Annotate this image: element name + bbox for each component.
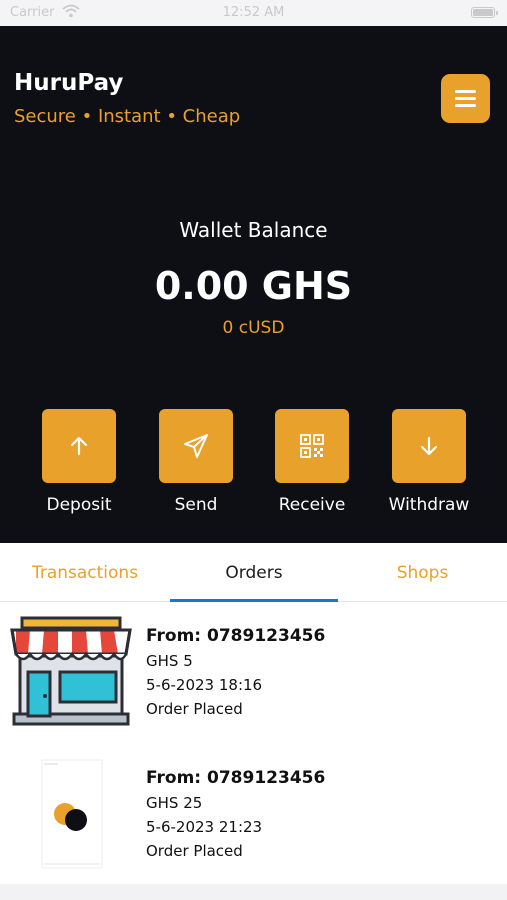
send-icon (184, 434, 208, 458)
order-from: From: 0789123456 (146, 768, 326, 788)
order-item[interactable]: From: 0789123456 GHS 25 5-6-2023 21:23 O… (0, 744, 507, 884)
shop-storefront-icon (10, 616, 132, 726)
deposit-button[interactable] (42, 409, 116, 483)
wallet-balance-value: 0.00 GHS (154, 264, 353, 308)
send-action[interactable]: Send (141, 409, 251, 529)
arrow-down-icon (420, 436, 438, 456)
order-item[interactable]: From: 0789123456 GHS 5 5-6-2023 18:16 Or… (0, 602, 507, 742)
order-from: From: 0789123456 (146, 626, 326, 646)
battery-icon (471, 7, 498, 18)
order-amount: GHS 25 (146, 794, 203, 812)
tab-shops[interactable]: Shops (338, 543, 507, 602)
withdraw-action[interactable]: Withdraw (374, 409, 484, 529)
app-tagline: Secure • Instant • Cheap (14, 106, 241, 127)
withdraw-button[interactable] (392, 409, 466, 483)
send-label: Send (174, 495, 218, 515)
tab-transactions[interactable]: Transactions (0, 543, 170, 602)
order-amount: GHS 5 (146, 652, 193, 670)
order-date: 5-6-2023 21:23 (146, 818, 263, 836)
receive-button[interactable] (275, 409, 349, 483)
deposit-label: Deposit (46, 495, 112, 515)
receive-action[interactable]: Receive (257, 409, 367, 529)
send-button[interactable] (159, 409, 233, 483)
order-details: From: 0789123456 GHS 5 5-6-2023 18:16 Or… (146, 626, 325, 724)
tab-orders[interactable]: Orders (170, 543, 338, 602)
wallet-balance-cusd: 0 cUSD (222, 318, 285, 338)
order-status: Order Placed (146, 700, 243, 718)
withdraw-label: Withdraw (388, 495, 470, 515)
menu-button[interactable] (441, 74, 490, 123)
tab-bar: Transactions Orders Shops (0, 543, 507, 602)
status-bar: Carrier 12:52 AM (0, 0, 507, 26)
order-status: Order Placed (146, 842, 243, 860)
menu-icon (455, 90, 476, 93)
wallet-header: HuruPay Secure • Instant • Cheap Wallet … (0, 26, 507, 543)
qr-code-icon (300, 434, 324, 458)
clock: 12:52 AM (222, 5, 285, 20)
wallet-balance-label: Wallet Balance (179, 218, 328, 242)
order-details: From: 0789123456 GHS 25 5-6-2023 21:23 O… (146, 768, 325, 866)
receive-label: Receive (278, 495, 346, 515)
deposit-action[interactable]: Deposit (24, 409, 134, 529)
arrow-up-icon (70, 436, 88, 456)
order-date: 5-6-2023 18:16 (146, 676, 263, 694)
orders-list: From: 0789123456 GHS 5 5-6-2023 18:16 Or… (0, 602, 507, 884)
app-title: HuruPay (14, 70, 124, 96)
product-thumbnail (41, 759, 103, 869)
